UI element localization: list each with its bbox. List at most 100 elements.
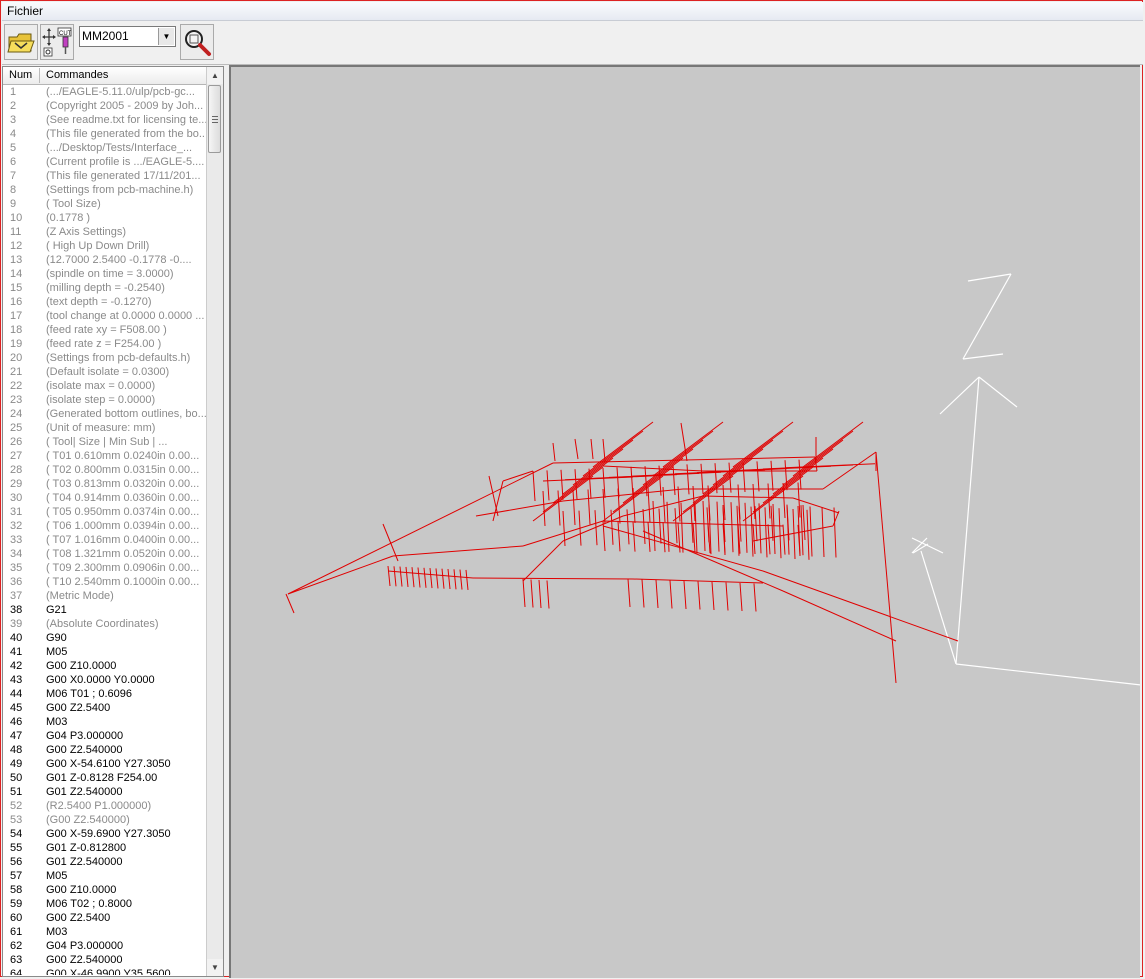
toolpath-segment [542,466,604,513]
list-item[interactable]: 63 G00 Z2.540000 [3,953,208,967]
list-item[interactable]: 31 ( T05 0.950mm 0.0374in 0.00... [3,505,208,519]
app-window: Fichier CUT MM2001 ▼ Num Commandes 1 (..… [0,0,1143,978]
column-header-commands[interactable]: Commandes [46,69,108,81]
list-item[interactable]: 32 ( T06 1.000mm 0.0394in 0.00... [3,519,208,533]
machine-select[interactable]: MM2001 ▼ [79,26,176,47]
open-file-button[interactable] [4,24,38,60]
list-item[interactable]: 37 (Metric Mode) [3,589,208,603]
list-item[interactable]: 48 G00 Z2.540000 [3,743,208,757]
drill-hole-mark [630,466,634,497]
command-text: (This file generated 17/11/201... [46,170,201,182]
drill-hole-mark [694,503,698,554]
list-item[interactable]: 58 G00 Z10.0000 [3,883,208,897]
list-item[interactable]: 27 ( T01 0.610mm 0.0240in 0.00... [3,449,208,463]
list-item[interactable]: 16 (text depth = -0.1270) [3,295,208,309]
list-item[interactable]: 13 (12.7000 2.5400 -0.1778 -0.... [3,253,208,267]
list-item[interactable]: 45 G00 Z2.5400 [3,701,208,715]
list-item[interactable]: 5 (.../Desktop/Tests/Interface_... [3,141,208,155]
list-item[interactable]: 11 (Z Axis Settings) [3,225,208,239]
list-item[interactable]: 52 (R2.5400 P1.000000) [3,799,208,813]
list-item[interactable]: 36 ( T10 2.540mm 0.1000in 0.00... [3,575,208,589]
drill-hole-mark [680,502,684,553]
list-item[interactable]: 55 G01 Z-0.812800 [3,841,208,855]
column-separator[interactable] [39,68,40,83]
list-item[interactable]: 38 G21 [3,603,208,617]
drill-hole-mark [782,524,786,555]
list-item[interactable]: 54 G00 X-59.6900 Y27.3050 [3,827,208,841]
drill-hole-mark [716,501,720,552]
list-item[interactable]: 51 G01 Z2.540000 [3,785,208,799]
zoom-button[interactable] [180,24,214,60]
list-item[interactable]: 42 G00 Z10.0000 [3,659,208,673]
list-item[interactable]: 43 G00 X0.0000 Y0.0000 [3,673,208,687]
z-axis-arrow [939,376,980,415]
list-item[interactable]: 6 (Current profile is .../EAGLE-5.... [3,155,208,169]
list-item[interactable]: 29 ( T03 0.813mm 0.0320in 0.00... [3,477,208,491]
list-item[interactable]: 41 M05 [3,645,208,659]
list-item[interactable]: 56 G01 Z2.540000 [3,855,208,869]
list-item[interactable]: 18 (feed rate xy = F508.00 ) [3,323,208,337]
list-item[interactable]: 64 G00 X-46.9900 Y35.5600 [3,967,208,975]
list-item[interactable]: 2 (Copyright 2005 - 2009 by Joh... [3,99,208,113]
list-item[interactable]: 10 (0.1778 ) [3,211,208,225]
list-item[interactable]: 49 G00 X-54.6100 Y27.3050 [3,757,208,771]
list-item[interactable]: 25 (Unit of measure: mm) [3,421,208,435]
list-item[interactable]: 35 ( T09 2.300mm 0.0906in 0.00... [3,561,208,575]
list-item[interactable]: 15 (milling depth = -0.2540) [3,281,208,295]
command-text: (Metric Mode) [46,590,114,602]
list-item[interactable]: 17 (tool change at 0.0000 0.0000 ... [3,309,208,323]
list-item[interactable]: 20 (Settings from pcb-defaults.h) [3,351,208,365]
command-text: (R2.5400 P1.000000) [46,800,152,812]
list-item[interactable]: 4 (This file generated from the bo... [3,127,208,141]
drill-hole-mark [617,521,621,552]
list-item[interactable]: 47 G04 P3.000000 [3,729,208,743]
line-number: 51 [10,786,23,798]
drill-hole-mark [764,507,768,558]
list-item[interactable]: 19 (feed rate z = F254.00 ) [3,337,208,351]
list-item[interactable]: 14 (spindle on time = 3.0000) [3,267,208,281]
list-item[interactable]: 3 (See readme.txt for licensing te... [3,113,208,127]
list-item[interactable]: 28 ( T02 0.800mm 0.0315in 0.00... [3,463,208,477]
toolpath-segment [752,525,834,542]
list-item[interactable]: 9 ( Tool Size) [3,197,208,211]
list-item[interactable]: 57 M05 [3,869,208,883]
list-item[interactable]: 40 G90 [3,631,208,645]
list-item[interactable]: 60 G00 Z2.5400 [3,911,208,925]
vertical-scrollbar[interactable]: ▲ ▼ [206,67,223,976]
drill-hole-mark [806,509,810,560]
chevron-down-icon[interactable]: ▼ [158,28,174,45]
list-item[interactable]: 50 G01 Z-0.8128 F254.00 [3,771,208,785]
scroll-thumb[interactable] [208,85,221,153]
axis-gizmo [911,273,1140,686]
list-item[interactable]: 33 ( T07 1.016mm 0.0400in 0.00... [3,533,208,547]
list-item[interactable]: 44 M06 T01 ; 0.6096 [3,687,208,701]
list-item[interactable]: 61 M03 [3,925,208,939]
list-item[interactable]: 12 ( High Up Down Drill) [3,239,208,253]
menu-file[interactable]: Fichier [7,4,43,18]
scroll-up-button[interactable]: ▲ [207,67,223,84]
scroll-down-button[interactable]: ▼ [207,959,223,976]
drill-hole-mark [538,579,542,609]
line-number: 58 [10,884,23,896]
command-text: ( T08 1.321mm 0.0520in 0.00... [46,548,200,560]
machine-tool-button[interactable]: CUT [40,24,74,60]
list-item[interactable]: 59 M06 T02 ; 0.8000 [3,897,208,911]
list-item[interactable]: 34 ( T08 1.321mm 0.0520in 0.00... [3,547,208,561]
3d-toolpath-viewport[interactable] [229,65,1140,978]
line-number: 55 [10,842,23,854]
list-item[interactable]: 8 (Settings from pcb-machine.h) [3,183,208,197]
list-item[interactable]: 39 (Absolute Coordinates) [3,617,208,631]
list-item[interactable]: 23 (isolate step = 0.0000) [3,393,208,407]
list-item[interactable]: 30 ( T04 0.914mm 0.0360in 0.00... [3,491,208,505]
list-item[interactable]: 1 (.../EAGLE-5.11.0/ulp/pcb-gc... [3,85,208,99]
list-item[interactable]: 26 ( Tool| Size | Min Sub | ... [3,435,208,449]
list-item[interactable]: 24 (Generated bottom outlines, bo... [3,407,208,421]
command-text: (feed rate z = F254.00 ) [46,338,162,350]
list-item[interactable]: 7 (This file generated 17/11/201... [3,169,208,183]
list-item[interactable]: 22 (isolate max = 0.0000) [3,379,208,393]
list-item[interactable]: 21 (Default isolate = 0.0300) [3,365,208,379]
list-item[interactable]: 53 (G00 Z2.540000) [3,813,208,827]
list-item[interactable]: 62 G04 P3.000000 [3,939,208,953]
list-item[interactable]: 46 M03 [3,715,208,729]
column-header-num[interactable]: Num [9,69,32,81]
